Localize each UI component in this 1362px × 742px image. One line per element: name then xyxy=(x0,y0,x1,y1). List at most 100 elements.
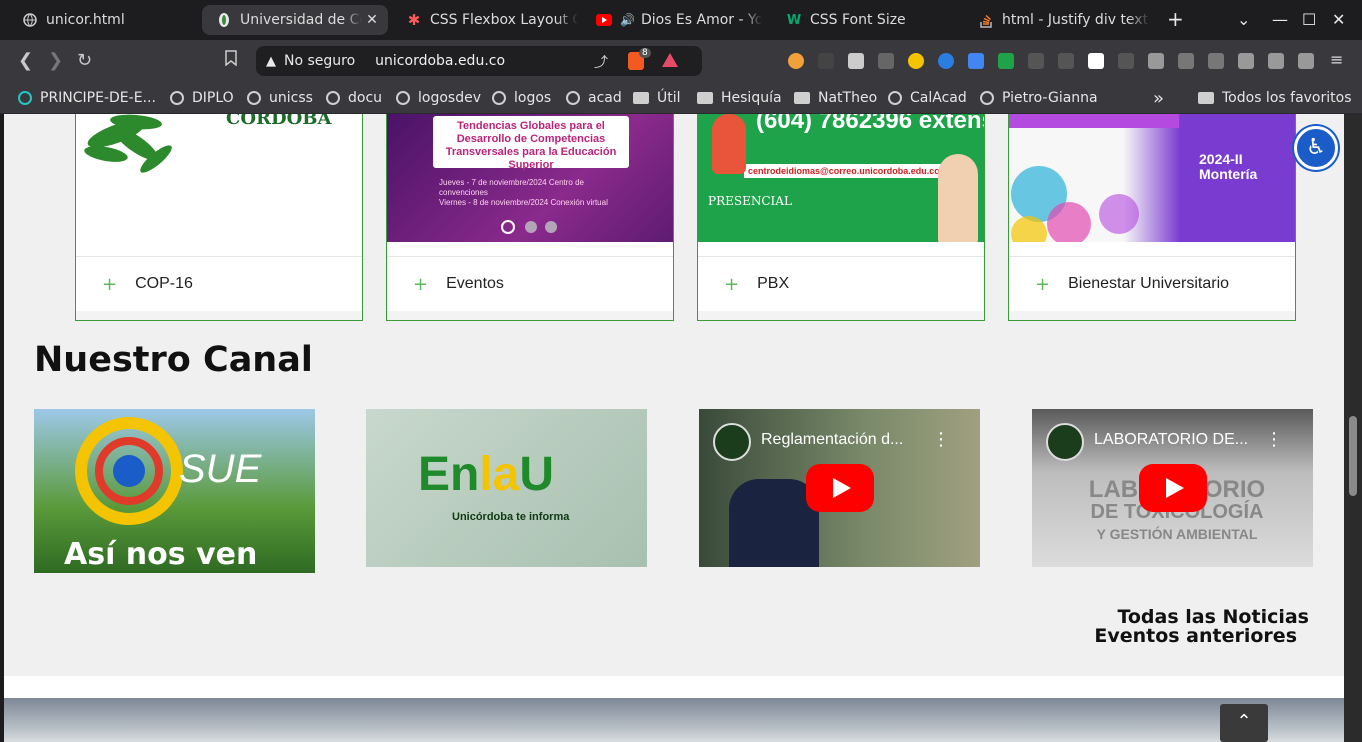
tab-search-button[interactable]: ⌄ xyxy=(1237,10,1250,29)
past-events-link[interactable]: Eventos anteriores xyxy=(1094,627,1297,646)
extension-icon[interactable] xyxy=(1028,53,1044,69)
globe-icon xyxy=(247,91,261,105)
css-tricks-icon: ✱ xyxy=(407,11,421,29)
security-label[interactable]: No seguro xyxy=(284,53,355,69)
bookmark-item[interactable]: unicss xyxy=(247,87,313,109)
bookmark-item[interactable]: acad xyxy=(566,87,622,109)
extension-icon[interactable] xyxy=(998,53,1014,69)
tab-unicor[interactable]: unicor.html xyxy=(8,5,198,35)
youtube-play-icon[interactable] xyxy=(1139,464,1207,512)
card-label[interactable]: + Bienestar Universitario xyxy=(1009,256,1295,311)
warning-icon[interactable]: ▲ xyxy=(266,54,276,69)
scrollbar-thumb[interactable] xyxy=(1349,416,1357,496)
card-bienestar[interactable]: 2024-II Montería + Bienestar Universitar… xyxy=(1008,114,1296,321)
globe-icon xyxy=(492,91,506,105)
card-footer xyxy=(698,311,984,320)
card-label[interactable]: + Eventos xyxy=(387,256,673,311)
video-title[interactable]: LABORATORIO DE... xyxy=(1094,431,1248,449)
bookmarks-overflow-button[interactable]: » xyxy=(1153,87,1164,109)
address-bar[interactable]: ▲ No seguro unicordoba.edu.co ⤴ 8 xyxy=(256,46,702,76)
speaker-icon[interactable]: 🔊 xyxy=(620,13,635,27)
card-pbx[interactable]: (604) 7862396 extensión 3210 centrodeidi… xyxy=(697,114,985,321)
maximize-button[interactable]: ☐ xyxy=(1302,10,1316,29)
bookmark-item[interactable]: logosdev xyxy=(396,87,481,109)
tab-w3[interactable]: W CSS Font Size xyxy=(772,5,958,35)
bookmark-item[interactable]: CalAcad xyxy=(888,87,967,109)
tab-title: Universidad de Córdoba xyxy=(240,12,362,28)
card-label[interactable]: + COP-16 xyxy=(76,256,362,311)
channel-avatar[interactable] xyxy=(713,423,751,461)
all-bookmarks-folder[interactable]: Todos los favoritos xyxy=(1198,87,1352,109)
menu-icon[interactable]: ≡ xyxy=(1330,50,1346,69)
extension-icon[interactable] xyxy=(1118,53,1134,69)
youtube-play-icon[interactable] xyxy=(806,464,874,512)
globe-icon xyxy=(22,12,38,28)
carousel-dot[interactable] xyxy=(525,221,537,233)
page-content: CÓRDOBA + COP-16 Tendencias Globales par… xyxy=(4,114,1344,742)
card-image[interactable]: 2024-II Montería xyxy=(1009,114,1295,255)
play-icon[interactable] xyxy=(1088,53,1104,69)
bookmark-folder[interactable]: NatTheo xyxy=(794,87,877,109)
bookmark-item[interactable]: Pietro-Gianna xyxy=(980,87,1098,109)
reload-icon[interactable]: ↻ xyxy=(77,50,92,71)
more-options-icon[interactable]: ⋮ xyxy=(932,429,950,450)
tab-universidad[interactable]: Universidad de Córdoba ✕ xyxy=(202,5,388,35)
puzzle-icon[interactable] xyxy=(1178,53,1194,69)
new-tab-button[interactable]: + xyxy=(1167,7,1184,31)
extension-icon[interactable] xyxy=(818,53,834,69)
video-laboratorio[interactable]: LABORATORIO DE TOXICOLOGÍA Y GESTIÓN AMB… xyxy=(1032,409,1313,567)
leo-ai-icon[interactable] xyxy=(1298,53,1314,69)
google-translate-icon[interactable] xyxy=(968,53,984,69)
scrollbar[interactable] xyxy=(1344,114,1362,742)
bookmark-item[interactable]: DIPLO xyxy=(170,87,234,109)
bookmark-item[interactable]: PRINCIPE-DE-E... xyxy=(18,87,156,109)
tab-stackoverflow[interactable]: html - Justify div text xyxy=(964,5,1150,35)
extension-icon[interactable] xyxy=(848,53,864,69)
brave-rewards-icon[interactable] xyxy=(662,53,678,67)
w3-icon: W xyxy=(786,12,802,28)
video-title[interactable]: Reglamentación d... xyxy=(761,431,903,449)
carousel-dot-active[interactable] xyxy=(501,220,515,234)
extension-icon[interactable] xyxy=(908,53,924,69)
more-options-icon[interactable]: ⋮ xyxy=(1265,429,1283,450)
globe-icon xyxy=(980,91,994,105)
card-image[interactable]: Tendencias Globales para el Desarrollo d… xyxy=(387,114,673,255)
card-image[interactable]: CÓRDOBA xyxy=(76,114,362,255)
screenshot-icon[interactable] xyxy=(1148,53,1164,69)
tab-css-flexbox[interactable]: ✱ CSS Flexbox Layout Guide xyxy=(392,5,578,35)
bookmark-item[interactable]: logos xyxy=(492,87,551,109)
bookmark-item[interactable]: docu xyxy=(326,87,382,109)
channel-avatar[interactable] xyxy=(1046,423,1084,461)
card-cop16[interactable]: CÓRDOBA + COP-16 xyxy=(75,114,363,321)
back-icon[interactable]: ❮ xyxy=(18,50,33,71)
music-icon[interactable] xyxy=(1208,53,1224,69)
forward-icon[interactable]: ❯ xyxy=(48,50,63,71)
bookmark-folder[interactable]: Útil xyxy=(633,87,681,109)
url-text[interactable]: unicordoba.edu.co xyxy=(375,53,505,69)
wallet-icon[interactable] xyxy=(1268,53,1284,69)
card-eventos[interactable]: Tendencias Globales para el Desarrollo d… xyxy=(386,114,674,321)
accessibility-icon[interactable]: ♿ xyxy=(1294,126,1338,170)
card-image[interactable]: (604) 7862396 extensión 3210 centrodeidi… xyxy=(698,114,984,255)
video-reglamentacion[interactable]: Reglamentación d... ⋮ xyxy=(699,409,980,567)
bookmark-folder[interactable]: Hesiquía xyxy=(697,87,782,109)
share-icon[interactable]: ⤴ xyxy=(594,52,608,72)
extension-icon[interactable] xyxy=(788,53,804,69)
card-label[interactable]: + PBX xyxy=(698,256,984,311)
camera-icon[interactable] xyxy=(1058,53,1074,69)
bookmark-icon[interactable] xyxy=(225,50,237,71)
close-tab-icon[interactable]: ✕ xyxy=(362,12,382,28)
card-title: COP-16 xyxy=(135,275,193,292)
tab-youtube[interactable]: 🔊 Dios Es Amor - YouTube xyxy=(582,5,762,35)
carousel-dot[interactable] xyxy=(545,221,557,233)
video-sue[interactable]: SUE Así nos ven xyxy=(34,409,315,573)
extension-icon[interactable] xyxy=(938,53,954,69)
extension-icon[interactable] xyxy=(878,53,894,69)
scroll-to-top-button[interactable]: ⌃ xyxy=(1220,704,1268,742)
plus-icon: + xyxy=(413,273,429,295)
close-window-button[interactable]: ✕ xyxy=(1332,10,1345,29)
sidebar-icon[interactable] xyxy=(1238,53,1254,69)
video-enlau[interactable]: EnlaU Unicórdoba te informa xyxy=(366,409,647,567)
minimize-button[interactable]: — xyxy=(1272,10,1288,29)
card-image-text: 2024-II Montería xyxy=(1199,151,1258,182)
